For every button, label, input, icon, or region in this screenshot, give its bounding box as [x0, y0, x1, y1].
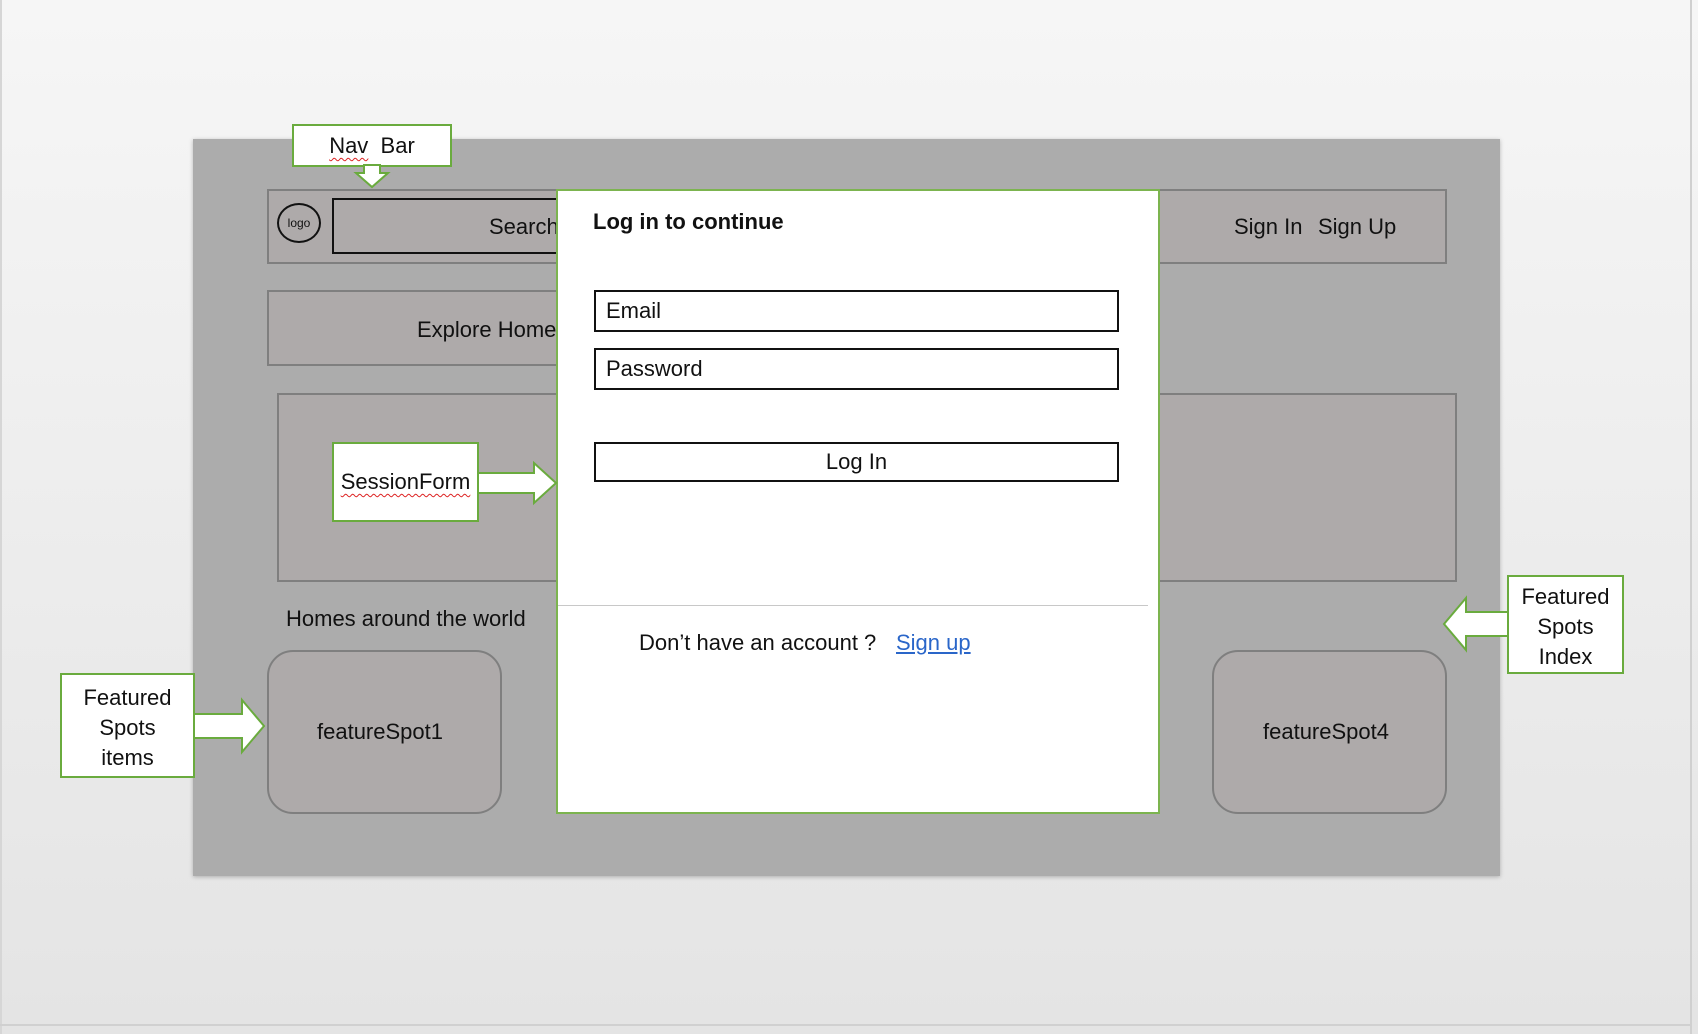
- sign-in-link[interactable]: Sign In: [1234, 214, 1303, 240]
- log-in-button[interactable]: Log In: [594, 442, 1119, 482]
- feature-spot-label: featureSpot1: [317, 719, 443, 744]
- sign-up-link[interactable]: Sign Up: [1318, 214, 1396, 240]
- session-form-callout: SessionForm: [332, 442, 479, 522]
- featured-index-callout: Featured Spots Index: [1507, 575, 1624, 674]
- window-edge-bottom: [0, 1024, 1690, 1026]
- explore-home-label: Explore Home: [417, 317, 557, 342]
- logo-icon[interactable]: logo: [277, 203, 321, 243]
- password-field[interactable]: [594, 348, 1119, 390]
- modal-divider: [558, 605, 1148, 606]
- email-field[interactable]: [594, 290, 1119, 332]
- session-form-arrow-icon: [477, 460, 558, 506]
- featured-index-arrow-icon: [1442, 595, 1509, 653]
- wireframe-stage: logo Search Sign In Sign Up Explore Home…: [0, 0, 1698, 1034]
- no-account-text: Don’t have an account ?: [639, 630, 877, 655]
- search-label: Search: [489, 214, 559, 239]
- window-edge-left: [0, 0, 2, 1034]
- nav-bar-callout: Nav Bar: [292, 124, 452, 167]
- nav-bar-callout-word: Nav: [329, 133, 369, 158]
- featured-items-callout: Featured Spots items: [60, 673, 195, 778]
- featured-index-callout-line: Index: [1538, 644, 1593, 669]
- nav-bar-callout-word: Bar: [380, 133, 415, 158]
- modal-title: Log in to continue: [593, 209, 784, 234]
- section-heading: Homes around the world: [286, 606, 526, 631]
- featured-items-arrow-icon: [193, 697, 266, 755]
- featured-items-callout-line: Featured: [83, 685, 172, 710]
- nav-bar-arrow-icon: [353, 164, 391, 189]
- featured-items-callout-line: items: [101, 745, 154, 770]
- featured-index-callout-line: Featured: [1521, 584, 1610, 609]
- sign-up-modal-link[interactable]: Sign up: [896, 630, 971, 656]
- window-edge-right: [1690, 0, 1692, 1034]
- featured-index-callout-line: Spots: [1537, 614, 1594, 639]
- featured-items-callout-line: Spots: [99, 715, 156, 740]
- session-form-callout-label: SessionForm: [340, 469, 471, 494]
- login-modal: [556, 189, 1160, 814]
- feature-spot-label: featureSpot4: [1263, 719, 1389, 744]
